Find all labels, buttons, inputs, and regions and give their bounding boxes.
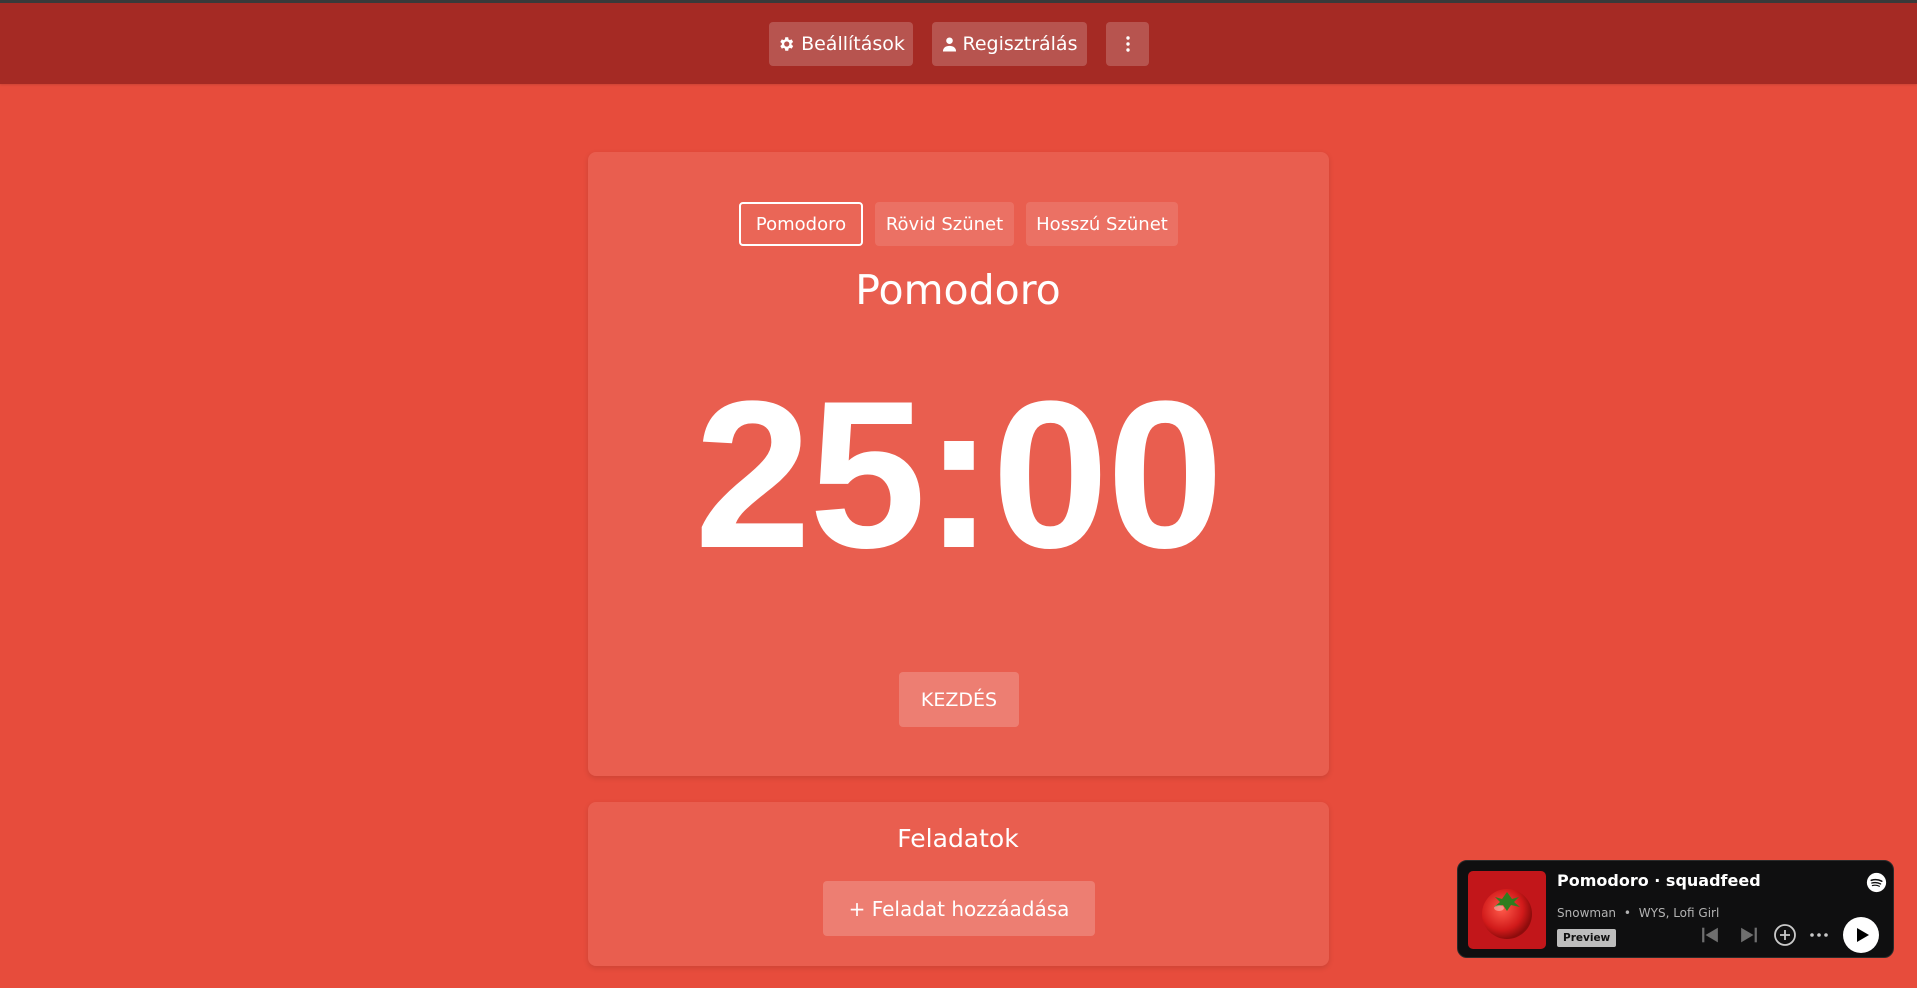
skip-back-icon[interactable] <box>1698 923 1722 947</box>
timer-display: 25:00 <box>694 357 1223 592</box>
track-artists: Snowman • WYS, Lofi Girl <box>1557 906 1719 920</box>
play-icon <box>1856 928 1869 942</box>
tomato-icon <box>1482 889 1532 939</box>
gear-icon <box>780 37 794 51</box>
tab-short-break[interactable]: Rövid Szünet <box>875 202 1014 246</box>
user-icon <box>942 37 956 52</box>
settings-button[interactable]: Beállítások <box>769 22 913 66</box>
register-button[interactable]: Regisztrálás <box>932 22 1087 66</box>
tab-long-break[interactable]: Hosszú Szünet <box>1026 202 1178 246</box>
skip-forward-icon[interactable] <box>1737 923 1761 947</box>
spotify-logo-icon[interactable] <box>1865 871 1887 893</box>
add-circle-icon[interactable] <box>1771 921 1799 949</box>
artist-separator: • <box>1623 906 1631 920</box>
mode-title: Pomodoro <box>855 266 1061 314</box>
track-title: Pomodoro · squadfeed <box>1557 871 1761 890</box>
add-task-button[interactable]: + Feladat hozzáadása <box>823 881 1095 936</box>
register-label: Regisztrálás <box>962 33 1078 55</box>
more-vertical-icon <box>1125 36 1130 52</box>
tab-pomodoro[interactable]: Pomodoro <box>739 202 863 246</box>
featured-artists[interactable]: WYS, Lofi Girl <box>1639 906 1720 920</box>
tasks-title: Feladatok <box>897 824 1019 853</box>
preview-badge: Preview <box>1557 929 1617 947</box>
spotify-player: Pomodoro · squadfeed Snowman • WYS, Lofi… <box>1457 860 1894 958</box>
artist-name[interactable]: Snowman <box>1557 906 1616 920</box>
more-menu-button[interactable] <box>1106 22 1149 66</box>
play-button[interactable] <box>1843 917 1879 953</box>
top-navbar: Beállítások Regisztrálás <box>0 0 1917 84</box>
start-button[interactable]: KEZDÉS <box>899 672 1019 727</box>
settings-label: Beállítások <box>801 33 905 55</box>
album-cover <box>1468 871 1546 949</box>
more-options-icon[interactable] <box>1807 923 1831 947</box>
